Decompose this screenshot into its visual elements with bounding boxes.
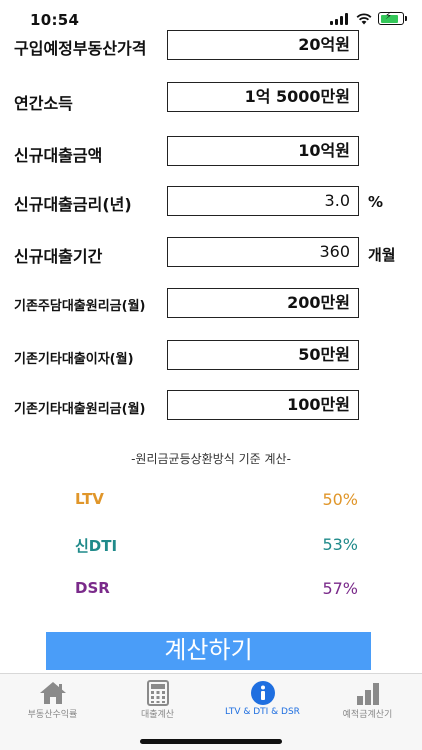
cellular-signal-icon (330, 13, 348, 25)
status-bar: 10:54 ⚡ (0, 0, 422, 34)
battery-icon: ⚡ (378, 11, 404, 25)
rate-unit-label: % (368, 193, 384, 211)
existing-other-payment-input[interactable]: 100만원 (167, 390, 359, 420)
tab-real-estate-return[interactable]: 부동산수익률 (0, 674, 105, 724)
house-icon (39, 682, 66, 704)
tab-ltv-dti-dsr[interactable]: LTV & DTI & DSR (210, 674, 315, 724)
dti-value: 53% (322, 535, 358, 554)
purchase-price-input[interactable]: 20억원 (167, 30, 359, 60)
tab-label: 예적금계산기 (342, 710, 393, 720)
bar-chart-icon (356, 683, 379, 705)
new-loan-amount-input[interactable]: 10억원 (167, 136, 359, 166)
calculator-icon (146, 680, 169, 706)
new-loan-rate-label: 신규대출금리(년) (14, 195, 132, 214)
existing-other-payment-label: 기존기타대출원리금(월) (14, 402, 146, 417)
purchase-price-label: 구입예정부동산가격 (14, 39, 147, 58)
status-time: 10:54 (30, 11, 80, 29)
tab-loan-calculator[interactable]: 대출계산 (105, 674, 210, 724)
calculation-method-note: -원리금균등상환방식 기준 계산- (131, 452, 291, 466)
ltv-value: 50% (322, 490, 358, 509)
new-loan-rate-input[interactable]: 3.0 (167, 186, 359, 216)
ltv-label: LTV (75, 490, 104, 508)
new-loan-term-label: 신규대출기간 (14, 247, 103, 266)
annual-income-input[interactable]: 1억 5000만원 (167, 82, 359, 112)
existing-other-interest-label: 기존기타대출이자(월) (14, 352, 134, 367)
tab-deposit-calculator[interactable]: 예적금계산기 (315, 674, 420, 724)
new-loan-amount-label: 신규대출금액 (14, 146, 103, 165)
wifi-icon (356, 13, 372, 25)
existing-other-interest-input[interactable]: 50만원 (167, 340, 359, 370)
annual-income-label: 연간소득 (14, 94, 73, 113)
existing-mortgage-payment-label: 기존주담대출원리금(월) (14, 299, 146, 314)
calculate-button[interactable]: 계산하기 (46, 632, 371, 670)
tab-label: 부동산수익률 (27, 710, 78, 720)
existing-mortgage-payment-input[interactable]: 200만원 (167, 288, 359, 318)
term-unit-label: 개월 (368, 246, 396, 264)
info-icon (250, 681, 275, 705)
home-indicator[interactable] (140, 739, 282, 744)
dsr-value: 57% (322, 579, 358, 598)
new-loan-term-input[interactable]: 360 (167, 237, 359, 267)
tab-label: LTV & DTI & DSR (225, 707, 300, 717)
dsr-label: DSR (75, 579, 110, 597)
dti-label: 신DTI (75, 537, 118, 555)
tab-label: 대출계산 (140, 710, 175, 720)
